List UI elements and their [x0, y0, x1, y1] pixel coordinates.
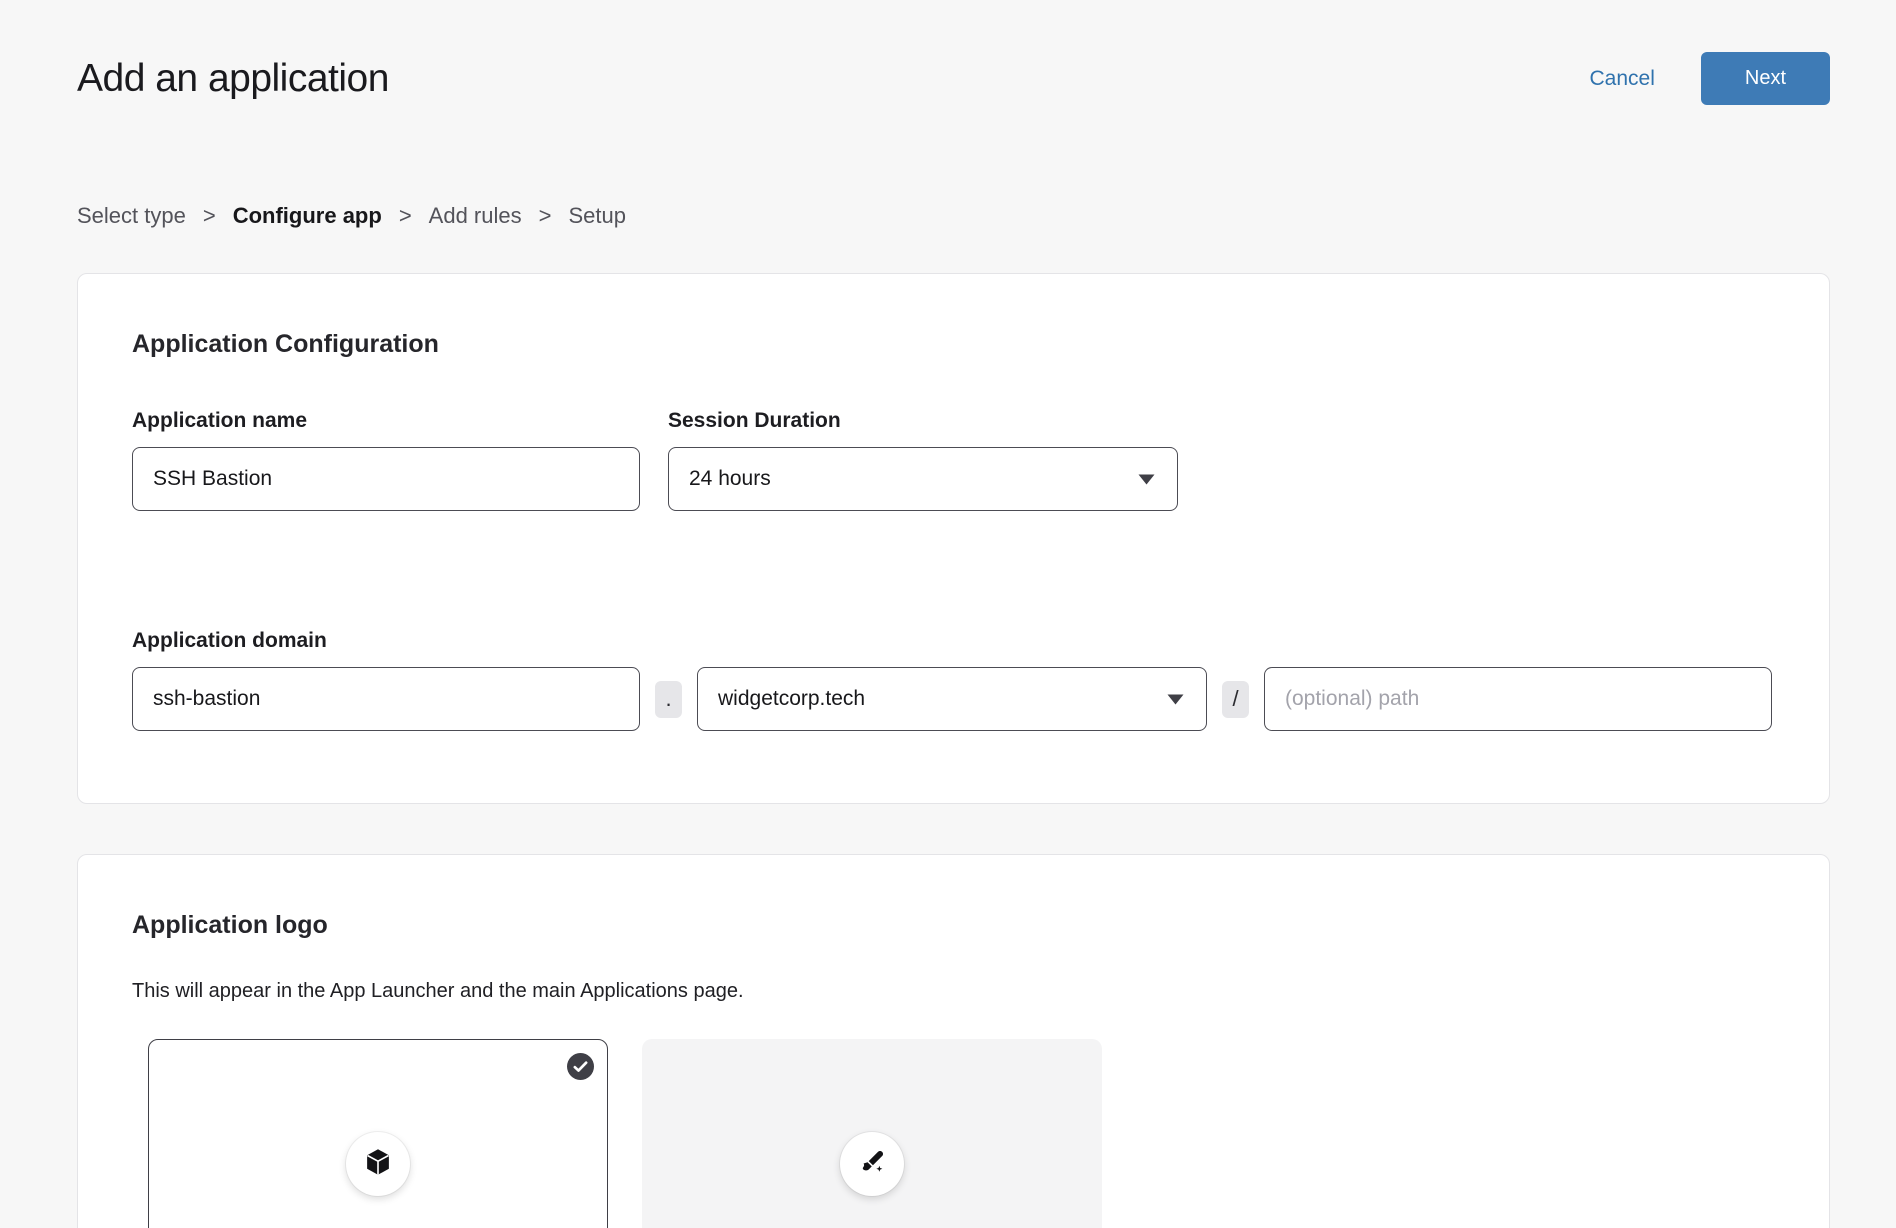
logo-option-custom[interactable] — [642, 1039, 1102, 1228]
path-input[interactable] — [1264, 667, 1772, 731]
config-card-title: Application Configuration — [132, 330, 1775, 359]
application-configuration-card: Application Configuration Application na… — [77, 273, 1830, 804]
application-name-field: Application name — [132, 409, 640, 511]
step-separator: > — [399, 203, 412, 229]
page-header: Add an application Cancel Next — [77, 52, 1830, 105]
session-duration-label: Session Duration — [668, 409, 1178, 433]
application-domain-label: Application domain — [132, 629, 327, 652]
selected-check-icon — [567, 1053, 594, 1080]
dot-separator: . — [655, 681, 682, 718]
logo-options-row — [148, 1039, 1775, 1228]
application-domain-section: Application domain . widgetcorp.tech / — [132, 629, 1775, 731]
slash-separator: / — [1222, 681, 1249, 718]
domain-select-value: widgetcorp.tech — [718, 687, 865, 711]
page-title: Add an application — [77, 57, 389, 101]
session-duration-select[interactable]: 24 hours — [668, 447, 1178, 511]
application-name-input[interactable] — [132, 447, 640, 511]
step-setup[interactable]: Setup — [568, 203, 626, 229]
step-select-type[interactable]: Select type — [77, 203, 186, 229]
step-separator: > — [539, 203, 552, 229]
paintbrush-icon — [858, 1148, 886, 1181]
default-logo-circle — [346, 1132, 410, 1196]
header-actions: Cancel Next — [1590, 52, 1831, 105]
application-name-label: Application name — [132, 409, 640, 433]
step-separator: > — [203, 203, 216, 229]
name-duration-row: Application name Session Duration 24 hou… — [132, 409, 1775, 511]
custom-logo-circle — [840, 1132, 904, 1196]
chevron-down-icon — [1138, 474, 1155, 485]
chevron-down-icon — [1167, 694, 1184, 705]
application-domain-row: . widgetcorp.tech / — [132, 667, 1775, 731]
session-duration-value: 24 hours — [689, 467, 771, 491]
page: Add an application Cancel Next Select ty… — [77, 52, 1830, 1228]
next-button[interactable]: Next — [1701, 52, 1830, 105]
subdomain-input[interactable] — [132, 667, 640, 731]
cube-icon — [363, 1147, 393, 1182]
domain-select[interactable]: widgetcorp.tech — [697, 667, 1207, 731]
cancel-button[interactable]: Cancel — [1590, 67, 1655, 91]
breadcrumb: Select type > Configure app > Add rules … — [77, 203, 1830, 229]
logo-description: This will appear in the App Launcher and… — [132, 980, 1775, 1003]
step-configure-app[interactable]: Configure app — [233, 203, 382, 229]
session-duration-field: Session Duration 24 hours — [668, 409, 1178, 511]
step-add-rules[interactable]: Add rules — [429, 203, 522, 229]
logo-option-default[interactable] — [148, 1039, 608, 1228]
application-logo-card: Application logo This will appear in the… — [77, 854, 1830, 1228]
logo-card-title: Application logo — [132, 911, 1775, 940]
